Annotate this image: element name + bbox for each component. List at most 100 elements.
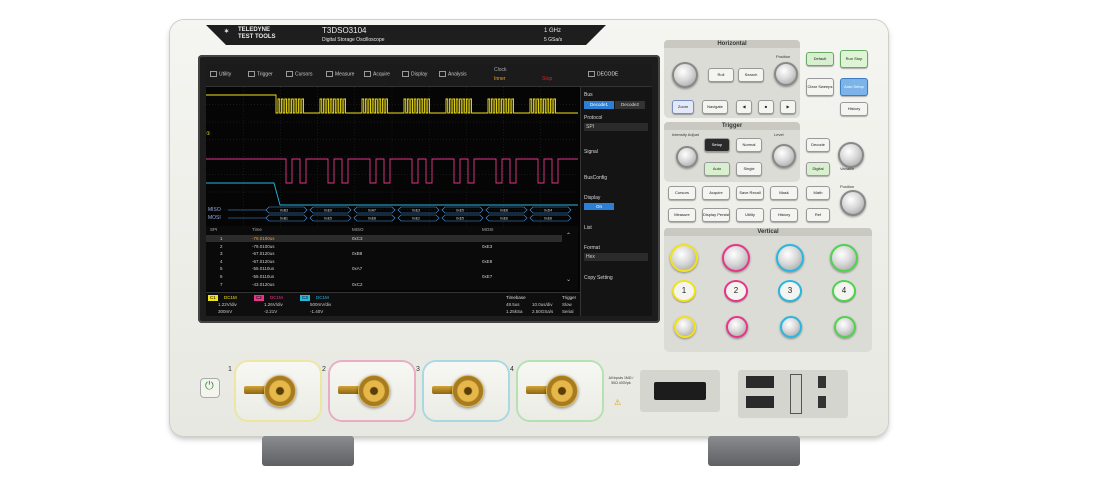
run-stop-button[interactable]: Run Stop — [840, 50, 868, 68]
usb-port-front[interactable] — [654, 382, 706, 400]
bus-tab-decode2[interactable]: Decode2 — [615, 101, 645, 109]
trigger-setup-button[interactable]: Setup — [704, 138, 730, 152]
ch3-badge[interactable]: C3 — [300, 295, 310, 301]
usb-port-2[interactable] — [746, 396, 774, 408]
decode-table[interactable]: SPI Time MISO MOSI 1 -79.0100us 0xC3 2 -79.0… — [206, 226, 578, 290]
table-header-mosi: MOSI — [482, 227, 494, 232]
list-menu[interactable]: List — [584, 225, 592, 231]
power-button[interactable]: ⏻ — [200, 378, 220, 398]
nav-left-button[interactable]: ◀ — [736, 100, 752, 114]
format-select[interactable]: Hex — [584, 253, 648, 261]
zoom-button[interactable]: Zoom — [672, 100, 694, 114]
menu-acquire[interactable]: Acquire — [364, 71, 390, 77]
math-button[interactable]: Math — [806, 186, 830, 200]
mosi-packet-value: 0xE6 — [500, 217, 508, 221]
search-button[interactable]: Search — [738, 68, 764, 82]
intensity-knob[interactable] — [676, 146, 698, 168]
scroll-down-icon[interactable]: ⌄ — [566, 276, 571, 283]
roll-button[interactable]: Roll — [708, 68, 734, 82]
table-row[interactable]: 5 -55.0110us 0xA7 — [206, 265, 562, 272]
ref-button[interactable]: Ref — [806, 208, 830, 222]
menu-analysis[interactable]: Analysis — [439, 71, 467, 77]
ch3-button[interactable]: 3 — [778, 280, 802, 302]
ch4-button[interactable]: 4 — [832, 280, 856, 302]
usb-port-1[interactable] — [746, 376, 774, 388]
history-button-2[interactable]: History — [770, 208, 798, 222]
miso-packet-value: 0xB3 — [280, 209, 288, 213]
ch4-scale-knob[interactable] — [830, 244, 858, 272]
trigger-level-knob[interactable] — [772, 144, 796, 168]
ch1-badge[interactable]: C1 — [208, 295, 218, 301]
ch2-position-knob[interactable] — [726, 316, 748, 338]
measure-button[interactable]: Measure — [668, 208, 696, 222]
trigger-normal-button[interactable]: Normal — [736, 138, 762, 152]
default-button[interactable]: Default — [806, 52, 834, 66]
ch1-scale-knob[interactable] — [670, 244, 698, 272]
table-row[interactable]: 4 -67.0120us 0xE8 — [206, 258, 562, 265]
variable-knob[interactable] — [838, 142, 864, 168]
cal-terminal — [818, 396, 826, 408]
trigger-auto-button[interactable]: Auto — [704, 162, 730, 176]
decode-side-panel: Bus Decode1 Decode2 Protocol SPI Signal … — [580, 87, 652, 316]
bus-tab-decode1[interactable]: Decode1 — [584, 101, 614, 109]
timebase-label[interactable]: Timebase — [506, 295, 526, 300]
digital-button[interactable]: Digital — [806, 162, 830, 176]
table-row[interactable]: 6 -55.0110us 0xE7 — [206, 273, 562, 280]
history-button[interactable]: History — [840, 102, 868, 116]
ch2-button[interactable]: 2 — [724, 280, 748, 302]
table-row[interactable]: 3 -67.0120us 0xB8 — [206, 250, 562, 257]
display-icon — [402, 71, 409, 77]
cursors-button[interactable]: Cursors — [668, 186, 696, 200]
ch1-position-knob[interactable] — [674, 316, 696, 338]
ch3-bnc-connector[interactable] — [452, 375, 484, 407]
busconfig-menu[interactable]: BusConfig — [584, 175, 607, 181]
display-screen[interactable]: Utility Trigger Cursors Measure Acquire … — [206, 64, 652, 316]
trigger-single-button[interactable]: Single — [736, 162, 762, 176]
ch1-input-bay — [236, 362, 320, 420]
ch3-position-knob[interactable] — [780, 316, 802, 338]
clear-sweeps-button[interactable]: Clear Sweeps — [806, 78, 834, 96]
copy-setting-menu[interactable]: Copy Setting — [584, 275, 613, 281]
menu-utility[interactable]: Utility — [210, 71, 231, 77]
signal-menu[interactable]: Signal — [584, 149, 598, 155]
ch1-bnc-connector[interactable] — [264, 375, 296, 407]
menu-display[interactable]: Display — [402, 71, 427, 77]
table-row[interactable]: 7 -43.0120us 0xC2 — [206, 281, 562, 288]
timebase-scale: 10.0us/div — [532, 302, 553, 307]
mosi-packet-value: 0xE8 — [544, 217, 552, 221]
position-knob[interactable] — [840, 190, 866, 216]
ch2-badge[interactable]: C2 — [254, 295, 264, 301]
save-recall-button[interactable]: Save Recall — [736, 186, 764, 200]
spec-sample-rate: 5 GSa/s — [544, 37, 563, 43]
menu-trigger[interactable]: Trigger — [248, 71, 273, 77]
horizontal-scale-knob[interactable] — [672, 62, 698, 88]
display-persist-button[interactable]: Display Persist — [702, 208, 730, 222]
trigger-title: Trigger — [664, 122, 800, 130]
scroll-up-icon[interactable]: ⌃ — [566, 232, 571, 239]
ch1-button[interactable]: 1 — [672, 280, 696, 302]
probe-comp-terminal — [790, 374, 802, 414]
display-toggle[interactable]: On — [584, 203, 614, 210]
utility-button[interactable]: Utility — [736, 208, 764, 222]
trigger-icon — [248, 71, 255, 77]
table-row[interactable]: 1 -79.0100us 0xC3 — [206, 235, 562, 242]
acquire-button[interactable]: Acquire — [702, 186, 730, 200]
ch2-scale-knob[interactable] — [722, 244, 750, 272]
table-row[interactable]: 2 -79.0100us 0xE3 — [206, 243, 562, 250]
trigger-label[interactable]: Trigger — [562, 295, 576, 300]
ch3-scale-knob[interactable] — [776, 244, 804, 272]
nav-stop-button[interactable]: ■ — [758, 100, 774, 114]
ch4-bnc-connector[interactable] — [546, 375, 578, 407]
auto-setup-button[interactable]: Auto Setup — [840, 78, 868, 96]
horizontal-position-knob[interactable] — [774, 62, 798, 86]
nav-right-button[interactable]: ▶ — [780, 100, 796, 114]
decode-button[interactable]: Decode — [806, 138, 830, 152]
navigate-button[interactable]: Navigate — [702, 100, 728, 114]
protocol-select[interactable]: SPI — [584, 123, 648, 131]
ch2-bnc-connector[interactable] — [358, 375, 390, 407]
mask-button[interactable]: Mask — [770, 186, 798, 200]
menu-measure[interactable]: Measure — [326, 71, 354, 77]
menu-cursors[interactable]: Cursors — [286, 71, 313, 77]
ch4-position-knob[interactable] — [834, 316, 856, 338]
table-cell-time: -67.0120us — [252, 258, 275, 264]
